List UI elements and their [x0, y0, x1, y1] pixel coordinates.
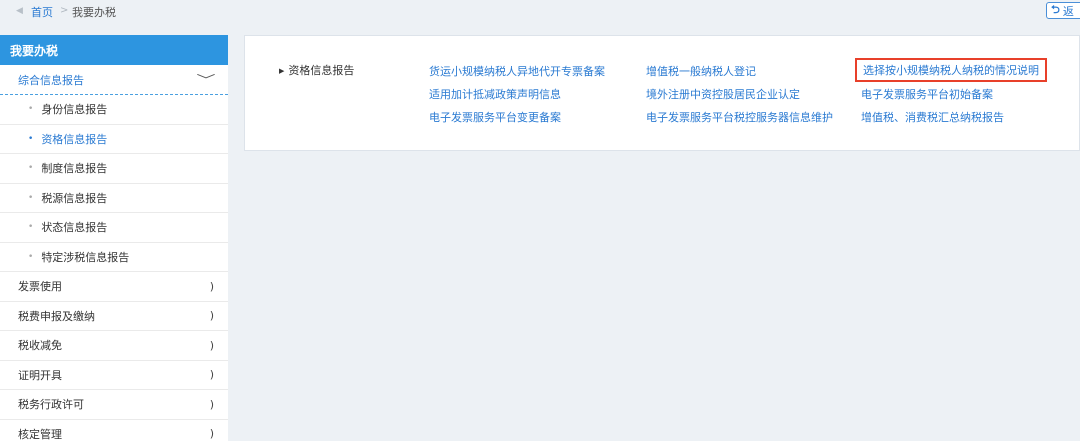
link-general-taxpayer-registration[interactable]: 增值税一般纳税人登记 [646, 63, 756, 79]
sidebar-item-admin-license[interactable]: 税务行政许可 ) [0, 390, 228, 420]
sidebar-item-label: 资格信息报告 [41, 132, 108, 146]
bullet-icon: • [28, 192, 34, 203]
sidebar-item-system-report[interactable]: • 制度信息报告 [0, 154, 228, 184]
sidebar-item-label: 身份信息报告 [41, 103, 108, 117]
chevron-right-icon: ) [209, 368, 214, 382]
chevron-right-icon: ) [209, 309, 214, 323]
breadcrumb: ◀ 首页 > 我要办税 [0, 0, 1080, 24]
sidebar-item-tax-source-report[interactable]: • 税源信息报告 [0, 184, 228, 213]
sidebar-group-comprehensive-report[interactable]: 综合信息报告 ﹀ [0, 65, 228, 95]
sidebar-group-label: 综合信息报告 [18, 73, 84, 87]
sidebar-item-qualification-report[interactable]: • 资格信息报告 [0, 125, 228, 154]
sidebar-item-label: 税费申报及缴纳 [18, 309, 95, 323]
sidebar-item-label: 核定管理 [18, 427, 62, 441]
sidebar-item-tax-filing[interactable]: 税费申报及缴纳 ) [0, 302, 228, 331]
chevron-down-icon: ﹀ [196, 73, 216, 87]
sidebar-title: 我要办税 [0, 35, 228, 65]
return-icon: ⮌ [1051, 3, 1060, 16]
sidebar-item-assessment[interactable]: 核定管理 ) [0, 420, 228, 441]
sidebar-item-label: 税源信息报告 [41, 191, 108, 205]
back-button-label: 返 [1062, 4, 1074, 18]
sidebar-item-label: 制度信息报告 [41, 162, 108, 176]
triangle-right-icon: ▶ [279, 67, 285, 75]
sidebar-item-specific-tax-report[interactable]: • 特定涉税信息报告 [0, 243, 228, 272]
sidebar-item-identity-report[interactable]: • 身份信息报告 [0, 95, 228, 125]
chevron-right-icon: ) [209, 338, 214, 352]
sidebar-item-label: 状态信息报告 [41, 221, 108, 235]
sidebar-item-label: 证明开具 [18, 368, 62, 382]
chevron-right-icon: ) [209, 397, 214, 411]
link-einvoice-server-maintenance[interactable]: 电子发票服务平台税控服务器信息维护 [646, 109, 833, 125]
sidebar-item-label: 发票使用 [18, 280, 62, 294]
bullet-icon: • [28, 133, 34, 144]
breadcrumb-home-link[interactable]: 首页 [31, 4, 53, 20]
link-freight-small-taxpayer[interactable]: 货运小规模纳税人异地代开专票备案 [429, 63, 605, 79]
link-einvoice-change[interactable]: 电子发票服务平台变更备案 [429, 109, 561, 125]
home-icon: ◀ [16, 6, 23, 16]
breadcrumb-separator: > [60, 5, 69, 16]
link-small-scale-election[interactable]: 选择按小规模纳税人纳税的情况说明 [855, 58, 1047, 82]
sidebar-item-tax-reduction[interactable]: 税收减免 ) [0, 331, 228, 361]
sidebar-item-certificate[interactable]: 证明开具 ) [0, 361, 228, 390]
chevron-right-icon: ) [209, 279, 214, 293]
sidebar-item-invoice-use[interactable]: 发票使用 ) [0, 272, 228, 302]
breadcrumb-current: 我要办税 [72, 6, 116, 19]
bullet-icon: • [28, 104, 34, 115]
chevron-right-icon: ) [209, 427, 214, 441]
sidebar-item-label: 税务行政许可 [18, 398, 84, 412]
bullet-icon: • [28, 222, 34, 233]
link-einvoice-initial[interactable]: 电子发票服务平台初始备案 [861, 86, 993, 102]
bullet-icon: • [28, 163, 34, 174]
link-overseas-resident-enterprise[interactable]: 境外注册中资控股居民企业认定 [646, 86, 800, 102]
link-summary-tax-report[interactable]: 增值税、消费税汇总纳税报告 [861, 109, 1004, 125]
sidebar: 我要办税 综合信息报告 ﹀ • 身份信息报告 • 资格信息报告 • 制度信息报告… [0, 35, 228, 441]
category-title: ▶ 资格信息报告 [279, 62, 354, 78]
back-button[interactable]: ⮌ 返 [1046, 2, 1080, 19]
sidebar-item-status-report[interactable]: • 状态信息报告 [0, 213, 228, 243]
category-label: 资格信息报告 [288, 64, 355, 77]
sidebar-item-label: 特定涉税信息报告 [41, 250, 130, 264]
bullet-icon: • [28, 251, 34, 262]
sidebar-item-label: 税收减免 [18, 339, 62, 353]
link-additional-deduction[interactable]: 适用加计抵减政策声明信息 [429, 86, 561, 102]
content-panel: ▶ 资格信息报告 货运小规模纳税人异地代开专票备案 适用加计抵减政策声明信息 电子… [244, 35, 1080, 151]
